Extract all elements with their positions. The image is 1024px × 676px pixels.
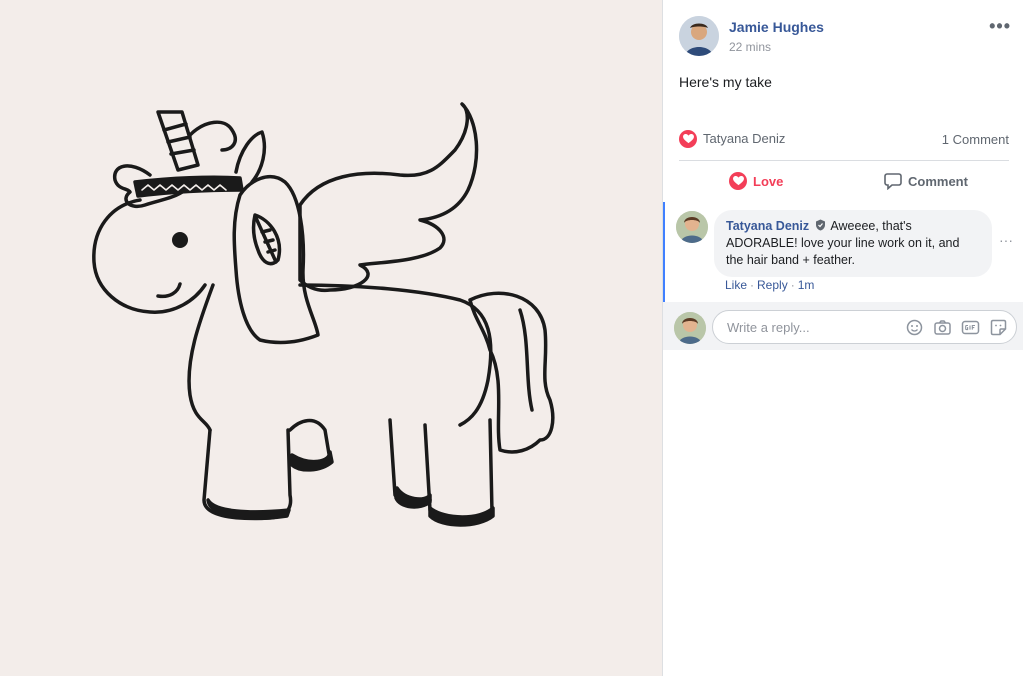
sticker-icon[interactable]	[989, 318, 1008, 337]
comment-like-link[interactable]: Like	[725, 278, 747, 292]
commenter-avatar[interactable]	[676, 211, 708, 243]
post-text: Here's my take	[679, 74, 772, 90]
love-heart-icon	[729, 172, 747, 190]
love-label: Love	[753, 173, 784, 189]
comment-reply-link[interactable]: Reply	[757, 278, 788, 292]
emoji-icon[interactable]	[905, 318, 924, 337]
reply-input[interactable]: Write a reply...	[712, 310, 1017, 344]
reactor-name[interactable]: Tatyana Deniz	[703, 131, 785, 146]
reply-row: Write a reply...	[663, 306, 1023, 350]
post-photo[interactable]	[0, 0, 662, 676]
comment-author[interactable]: Tatyana Deniz	[726, 219, 809, 233]
post-sidebar: Jamie Hughes 22 mins ••• Here's my take …	[662, 0, 1024, 676]
love-heart-icon[interactable]	[679, 130, 697, 148]
love-button[interactable]: Love	[729, 164, 783, 198]
comments-section: Tatyana Deniz Aweeee, that's ADORABLE! l…	[663, 202, 1023, 350]
comment-bubble-icon	[884, 172, 902, 191]
author-avatar[interactable]	[679, 16, 719, 56]
post-header: Jamie Hughes 22 mins •••	[679, 16, 1011, 60]
current-user-avatar	[674, 312, 706, 344]
separator: ·	[750, 278, 755, 292]
post-actions: Love Comment	[679, 164, 1009, 200]
comment-label: Comment	[908, 173, 968, 189]
author-name[interactable]: Jamie Hughes	[729, 19, 824, 35]
unicorn-drawing	[92, 102, 555, 527]
comment-item: Tatyana Deniz Aweeee, that's ADORABLE! l…	[663, 202, 1023, 302]
reply-tools	[905, 318, 1008, 337]
comment-timestamp[interactable]: 1m	[798, 278, 815, 292]
comment-actions: Like · Reply · 1m	[725, 278, 814, 292]
reactions-summary: Tatyana Deniz 1 Comment	[679, 128, 1009, 161]
comment-count[interactable]: 1 Comment	[942, 132, 1009, 147]
camera-icon[interactable]	[933, 318, 952, 337]
post-timestamp[interactable]: 22 mins	[729, 40, 771, 54]
more-options-icon[interactable]: •••	[989, 16, 1011, 37]
reply-placeholder: Write a reply...	[727, 320, 810, 335]
comment-button[interactable]: Comment	[884, 164, 968, 198]
top-fan-badge-icon	[815, 219, 826, 231]
comment-bubble: Tatyana Deniz Aweeee, that's ADORABLE! l…	[714, 210, 992, 277]
comment-more-options-icon[interactable]: ···	[999, 232, 1013, 248]
separator: ·	[790, 278, 795, 292]
gif-icon[interactable]	[961, 318, 980, 337]
